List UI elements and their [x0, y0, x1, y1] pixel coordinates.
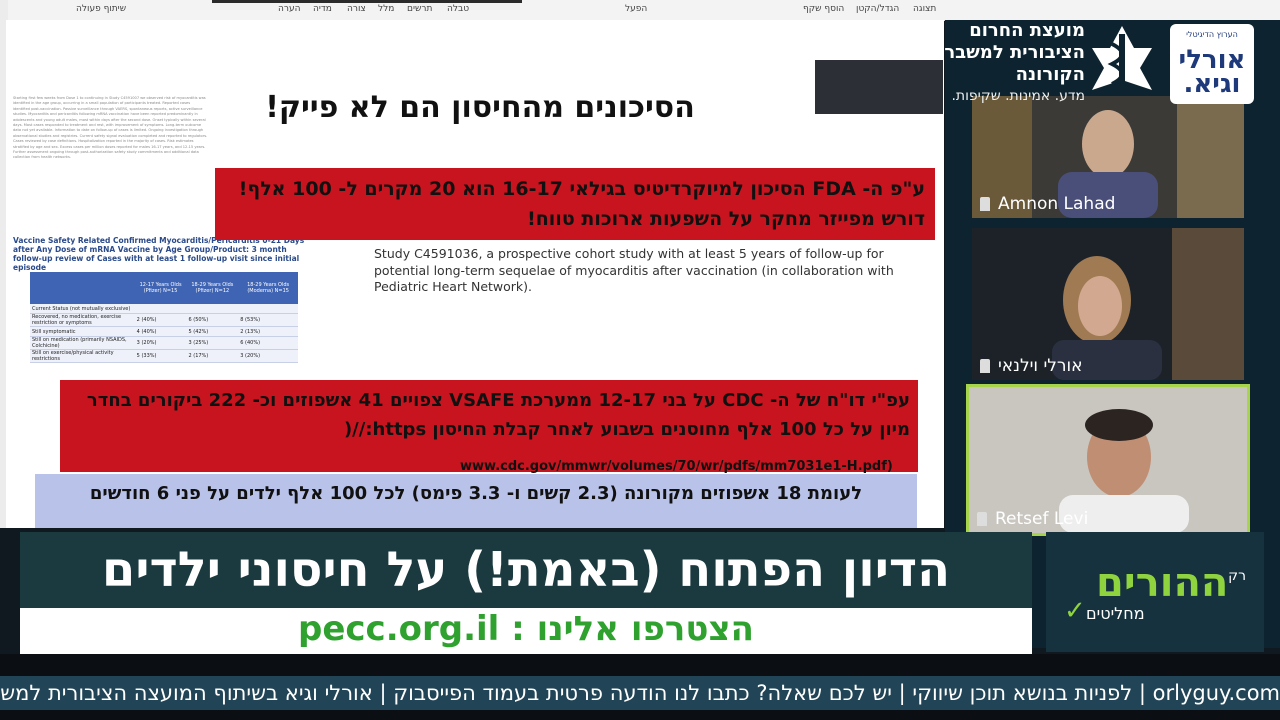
table-row: Still symptomatic 4 (40%) 5 (42%) 2 (13%): [30, 326, 298, 337]
video-tile-retsef-active[interactable]: Retsef Levi: [966, 384, 1250, 536]
council-tagline: מדע. אמינות. שקיפות.: [951, 88, 1085, 104]
participant-name: Amnon Lahad: [980, 194, 1115, 214]
follow-up-table: 12-17 Years Olds (Pfizer) N=15 18-29 Yea…: [30, 272, 298, 363]
parents-title: ההורים: [1096, 560, 1229, 606]
slide-title: הסיכונים מהחיסון הם לא פייק!: [265, 90, 695, 125]
cdc-report-box: עפ"י דו"ח של ה- CDC על בני 12-17 ממערכת …: [60, 380, 918, 474]
news-ticker-text: orlyguy.com | לפניות בנושא תוכן שיווקי |…: [0, 681, 1280, 705]
table-cell: Current Status (not mutually exclusive): [30, 304, 135, 314]
table-row: Current Status (not mutually exclusive): [30, 304, 298, 314]
covid-comparison-box: לעומת 18 אשפוזים מקורונה (2.3 קשים ו- 3.…: [35, 474, 917, 528]
presentation-toolbar: תצוגה הגדל/הקטן הוסף שקף הפעל טבלה תרשים…: [0, 0, 945, 21]
participant-name: Retsef Levi: [977, 509, 1088, 529]
tab-shape[interactable]: צורה: [347, 4, 366, 14]
table-row: Still on exercise/physical activity rest…: [30, 349, 298, 363]
pin-icon[interactable]: [980, 359, 990, 373]
table-cell: 2 (13%): [238, 326, 298, 337]
ticker-bottom-edge: [0, 710, 1280, 720]
table-cell: 3 (20%): [134, 336, 187, 350]
table-row: Still on medication (primarily NSAIDS, C…: [30, 336, 298, 350]
table-cell: 3 (20%): [238, 349, 298, 363]
tab-view[interactable]: תצוגה: [913, 4, 936, 14]
table-header: 18-29 Years Olds (Pfizer) N=12: [186, 272, 239, 304]
table-cell: 5 (42%): [186, 326, 239, 337]
slide-dark-box: [815, 60, 943, 114]
table-header: 18-29 Years Olds (Moderna) N=15: [238, 272, 298, 304]
logo-subtitle: הערוץ הדיגיטלי: [1186, 30, 1238, 39]
top-right-bar: [945, 0, 1280, 20]
table-cell: 2 (17%): [186, 349, 239, 363]
ticker-spacer: [0, 654, 1280, 676]
video-tile-amnon[interactable]: Amnon Lahad: [972, 96, 1244, 218]
tab-chart[interactable]: תרשים: [407, 4, 432, 14]
table-cell: 3 (25%): [186, 336, 239, 350]
table-header: [30, 272, 135, 304]
tab-media[interactable]: מדיה: [313, 4, 332, 14]
table-cell: 2 (40%): [134, 313, 187, 327]
council-name: מועצת החרום הציבורית למשבר הקורונה: [944, 20, 1085, 85]
tab-play[interactable]: הפעל: [625, 4, 647, 14]
table-header-row: 12-17 Years Olds (Pfizer) N=15 18-29 Yea…: [30, 272, 298, 304]
banner-title: הדיון הפתוח (באמת!) על חיסוני ילדים: [101, 542, 951, 598]
tab-comment[interactable]: הערה: [278, 4, 300, 14]
paper-excerpt: Starting first few weeks from Dose 1 to …: [13, 96, 208, 160]
parents-rak: רק: [1228, 568, 1246, 584]
table-cell: 8 (53%): [238, 313, 298, 327]
table-cell: [238, 304, 298, 314]
table-cell: Still symptomatic: [30, 326, 135, 337]
table-cell: 6 (50%): [186, 313, 239, 327]
tab-collaborate[interactable]: שיתוף פעולה: [76, 4, 126, 14]
council-star-icon: [1092, 26, 1152, 90]
table-cell: Still on medication (primarily NSAIDS, C…: [30, 336, 135, 350]
video-tile-orly[interactable]: אורלי וילנאי: [972, 228, 1244, 380]
participant-name: אורלי וילנאי: [980, 356, 1083, 376]
tab-table[interactable]: טבלה: [447, 4, 469, 14]
tab-text[interactable]: מלל: [378, 4, 394, 14]
banner-website[interactable]: הצטרפו אלינו : pecc.org.il: [20, 606, 1032, 652]
table-cell: Still on exercise/physical activity rest…: [30, 349, 135, 363]
fda-risk-box: ע"פ ה- FDA הסיכון למיוקרדיטיס בגילאי 16-…: [215, 168, 935, 240]
study-description: Study C4591036, a prospective cohort stu…: [374, 246, 894, 294]
pin-icon[interactable]: [980, 197, 990, 211]
table-cell: [134, 304, 187, 314]
tab-zoom[interactable]: הגדל/הקטן: [856, 4, 899, 14]
logo-title: אורלי וגיא.: [1178, 45, 1246, 99]
orly-guy-logo: הערוץ הדיגיטלי אורלי וגיא.: [1170, 24, 1254, 104]
table-cell: 4 (40%): [134, 326, 187, 337]
table-header: 12-17 Years Olds (Pfizer) N=15: [134, 272, 187, 304]
table-cell: 6 (40%): [238, 336, 298, 350]
parents-decide-logo: רק ההורים ✓ מחליטים: [1046, 532, 1264, 652]
pin-icon[interactable]: [977, 512, 987, 526]
table-cell: [186, 304, 239, 314]
table-cell: Recovered, no medication, exercise restr…: [30, 313, 135, 327]
cdc-report-text: עפ"י דו"ח של ה- CDC על בני 12-17 ממערכת …: [86, 390, 910, 440]
table-cell: 5 (33%): [134, 349, 187, 363]
checkmark-icon: ✓: [1064, 596, 1086, 626]
table-row: Recovered, no medication, exercise restr…: [30, 313, 298, 327]
parents-subtitle: מחליטים: [1086, 604, 1145, 623]
tab-add-slide[interactable]: הוסף שקף: [803, 4, 844, 14]
paper-caption: Vaccine Safety Related Confirmed Myocard…: [13, 236, 305, 272]
toolbar-highlight: [212, 0, 522, 3]
